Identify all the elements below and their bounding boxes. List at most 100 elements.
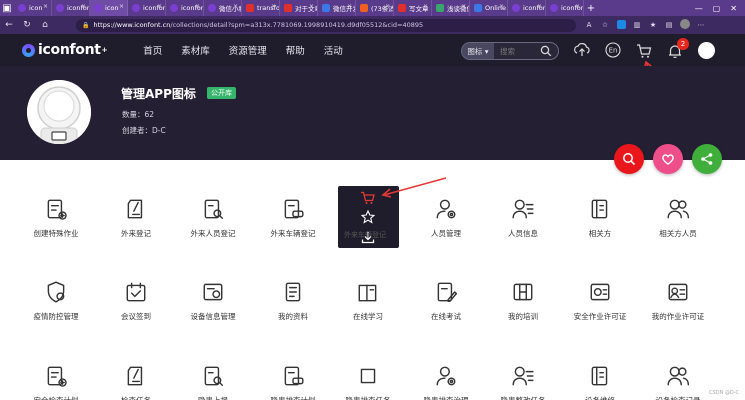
close-tab-icon[interactable]: × [43, 3, 48, 10]
close-tab-icon[interactable]: × [271, 3, 276, 10]
favorites-icon[interactable]: ★ [648, 21, 658, 29]
nav-activity[interactable]: 活动 [324, 43, 343, 57]
close-tab-icon[interactable]: × [233, 3, 238, 10]
user-avatar[interactable] [698, 42, 715, 59]
icon-card[interactable]: 相关方 [560, 197, 640, 239]
home-icon[interactable]: ⌂ [36, 16, 54, 34]
close-window-icon[interactable]: ✕ [730, 4, 737, 13]
read-aloud-icon[interactable]: A [584, 21, 594, 29]
split-screen-icon[interactable]: ▥ [632, 21, 642, 29]
back-icon[interactable]: ← [0, 16, 18, 34]
close-tab-icon[interactable]: × [119, 3, 124, 10]
browser-tab[interactable]: 微信小程× [204, 0, 242, 16]
icon-card[interactable]: 人员信息 [483, 197, 563, 239]
icon-label: 安全检查计划 [16, 395, 96, 400]
iconfont-logo[interactable]: iconfont + [22, 42, 108, 58]
icon-card[interactable]: 安全作业许可证 [560, 280, 640, 322]
more-icon[interactable]: ⋯ [696, 21, 706, 29]
close-tab-icon[interactable]: × [157, 3, 162, 10]
favorite-star-icon[interactable]: ☆ [600, 21, 610, 29]
browser-tab[interactable]: iconfont× [508, 0, 546, 16]
icon-card[interactable]: 外来车辆登记 [253, 197, 333, 239]
icon-glyph [204, 199, 223, 219]
collections-icon[interactable]: ▤ [664, 21, 674, 29]
browser-tab[interactable]: 对于文章× [280, 0, 318, 16]
icon-card[interactable]: 隐患排查任务 [328, 364, 408, 400]
upload-icon[interactable] [573, 41, 591, 59]
icon-card[interactable]: 外来人员登记 [173, 197, 253, 239]
browser-tab[interactable]: 微信开发× [318, 0, 356, 16]
close-tab-icon[interactable]: × [195, 3, 200, 10]
icon-card[interactable]: 我的作业许可证 [638, 280, 718, 322]
tab-title: transform [257, 4, 280, 12]
tab-actions-button[interactable]: ▣ [0, 0, 14, 16]
icon-glyph [668, 283, 688, 301]
browser-tab[interactable]: iconfont× [546, 0, 584, 16]
close-tab-icon[interactable]: × [537, 3, 542, 10]
browser-tab[interactable]: icon × [14, 0, 52, 16]
icon-card[interactable]: 隐患排查治理 [406, 364, 486, 400]
close-tab-icon[interactable]: × [347, 3, 352, 10]
icon-card[interactable]: 人员管理 [406, 197, 486, 239]
icon-card[interactable]: 设备信息管理 [173, 280, 253, 322]
icon-card[interactable]: 外来登记 [96, 197, 176, 239]
nav-home[interactable]: 首页 [143, 43, 162, 57]
close-tab-icon[interactable]: × [81, 3, 86, 10]
icon-card[interactable]: 隐患排查计划 [253, 364, 333, 400]
close-tab-icon[interactable]: × [385, 3, 390, 10]
icon-card[interactable]: 我的培训 [483, 280, 563, 322]
new-tab-button[interactable]: + [584, 0, 598, 16]
close-tab-icon[interactable]: × [423, 3, 428, 10]
icon-label: 外来车辆登记 [270, 229, 316, 238]
close-tab-icon[interactable]: × [499, 3, 504, 10]
nav-help[interactable]: 帮助 [286, 43, 305, 57]
icon-card[interactable]: 设备检查记录 [638, 364, 718, 400]
tab-title: (73条消息 [371, 5, 393, 13]
browser-tab[interactable]: transform× [242, 0, 280, 16]
collect-star-icon[interactable] [361, 210, 375, 224]
icon-card[interactable]: 安全检查计划 [16, 364, 96, 400]
icon-card[interactable]: 设备维修 [560, 364, 640, 400]
nav-resources[interactable]: 资源管理 [229, 43, 267, 57]
close-tab-icon[interactable]: × [461, 3, 466, 10]
icon-card[interactable]: 隐患上报 [173, 364, 253, 400]
icon-card[interactable]: 隐患整改任务 [483, 364, 563, 400]
search-icon[interactable] [540, 45, 552, 57]
refresh-icon[interactable]: ↻ [18, 16, 36, 34]
icon-card[interactable]: 在线考试 [406, 280, 486, 322]
search-input[interactable] [500, 46, 544, 56]
icon-card[interactable]: 我的资料 [253, 280, 333, 322]
browser-tab[interactable]: iconfont× [166, 0, 204, 16]
icon-card[interactable]: 相关方人员 [638, 197, 718, 239]
creator: 创建者：D-C [122, 126, 166, 135]
icon-card[interactable]: 疫情防控管理 [16, 280, 96, 322]
browser-tab[interactable]: iconfont× [52, 0, 90, 16]
close-tab-icon[interactable]: × [575, 3, 580, 10]
icon-card[interactable]: 创建特殊作业 [16, 197, 96, 239]
browser-tab[interactable]: icon × [90, 0, 128, 16]
browser-tab[interactable]: iconfont× [128, 0, 166, 16]
extension-icon[interactable] [616, 19, 626, 31]
close-tab-icon[interactable]: × [309, 3, 314, 10]
browser-tab[interactable]: Online × [470, 0, 508, 16]
browser-tab[interactable]: 写文章 × [394, 0, 432, 16]
logo-mark-icon [22, 43, 35, 57]
browser-tab[interactable]: (73条消息× [356, 0, 394, 16]
url-field[interactable]: 🔒 https://www.iconfont.cn /collections/d… [76, 18, 576, 32]
icon-label: 创建特殊作业 [33, 229, 79, 238]
site-header: iconfont + 首页 素材库 资源管理 帮助 活动 [0, 34, 745, 66]
icon-glyph [127, 199, 143, 219]
icon-card[interactable]: 在线学习 [328, 280, 408, 322]
icon-card[interactable]: 会议签到 [96, 280, 176, 322]
tab-favicon-icon [284, 4, 292, 12]
maximize-icon[interactable]: ▢ [713, 4, 721, 13]
add-to-cart-icon[interactable] [360, 191, 376, 205]
nav-library[interactable]: 素材库 [181, 43, 210, 57]
browser-tab[interactable]: 浅谈微信× [432, 0, 470, 16]
language-en-icon[interactable]: En [604, 41, 622, 59]
svg-text:En: En [609, 47, 618, 55]
search-type-select[interactable]: 图标 ▾ [462, 43, 494, 59]
profile-icon[interactable] [680, 19, 690, 31]
minimize-icon[interactable]: — [695, 4, 703, 13]
icon-card[interactable]: 检查任务 [96, 364, 176, 400]
